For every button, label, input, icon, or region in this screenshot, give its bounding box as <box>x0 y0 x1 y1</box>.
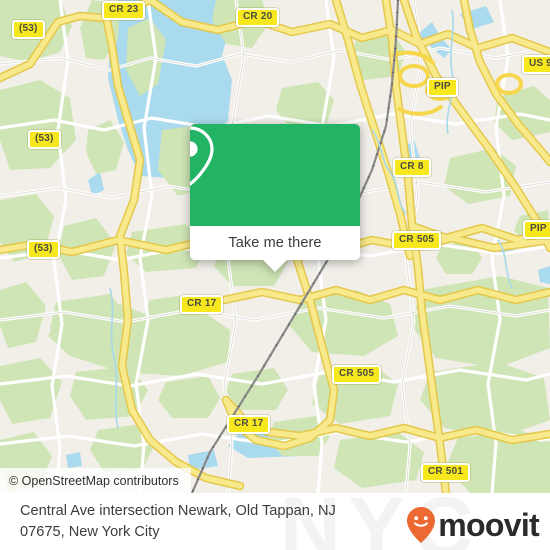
road-shield[interactable]: CR 23 <box>102 1 146 20</box>
popup-body: Take me there <box>190 124 360 260</box>
moovit-pin-icon <box>407 507 436 543</box>
road-shield[interactable]: (53) <box>28 130 61 149</box>
popup-tail <box>262 259 288 272</box>
location-popup[interactable]: Take me there <box>190 124 360 272</box>
road-shield[interactable]: CR 17 <box>180 295 224 314</box>
map-canvas[interactable]: (53) CR 23 CR 20 US 9 PIP (53) CR 8 PIP … <box>0 0 550 493</box>
moovit-logo[interactable]: moovit <box>406 506 540 544</box>
road-shield[interactable]: CR 17 <box>227 415 271 434</box>
popup-action-label[interactable]: Take me there <box>190 226 360 260</box>
road-shield[interactable]: US 9 <box>522 55 550 74</box>
location-address: Central Ave intersection Newark, Old Tap… <box>20 501 400 543</box>
road-shield[interactable]: (53) <box>12 20 45 39</box>
road-shield[interactable]: CR 501 <box>421 463 471 482</box>
attribution-text: © OpenStreetMap contributors <box>9 473 179 488</box>
footer-bar: NYC Central Ave intersection Newark, Old… <box>0 493 550 550</box>
road-shield[interactable]: CR 20 <box>236 8 280 27</box>
road-shield[interactable]: CR 505 <box>332 365 382 384</box>
popup-header <box>190 124 360 226</box>
road-shield[interactable]: (53) <box>27 240 60 259</box>
road-shield[interactable]: CR 505 <box>392 231 442 250</box>
road-shield[interactable]: PIP <box>427 78 458 97</box>
address-line-1: Central Ave intersection Newark, Old Tap… <box>20 503 336 519</box>
address-line-2: 07675, New York City <box>20 524 160 540</box>
map-pin-icon <box>190 126 214 186</box>
map-attribution[interactable]: © OpenStreetMap contributors <box>0 468 191 493</box>
moovit-wordmark: moovit <box>438 507 539 543</box>
moovit-map-screen: (53) CR 23 CR 20 US 9 PIP (53) CR 8 PIP … <box>0 0 550 550</box>
road-shield[interactable]: PIP <box>523 220 550 239</box>
road-shield[interactable]: CR 8 <box>393 158 431 177</box>
